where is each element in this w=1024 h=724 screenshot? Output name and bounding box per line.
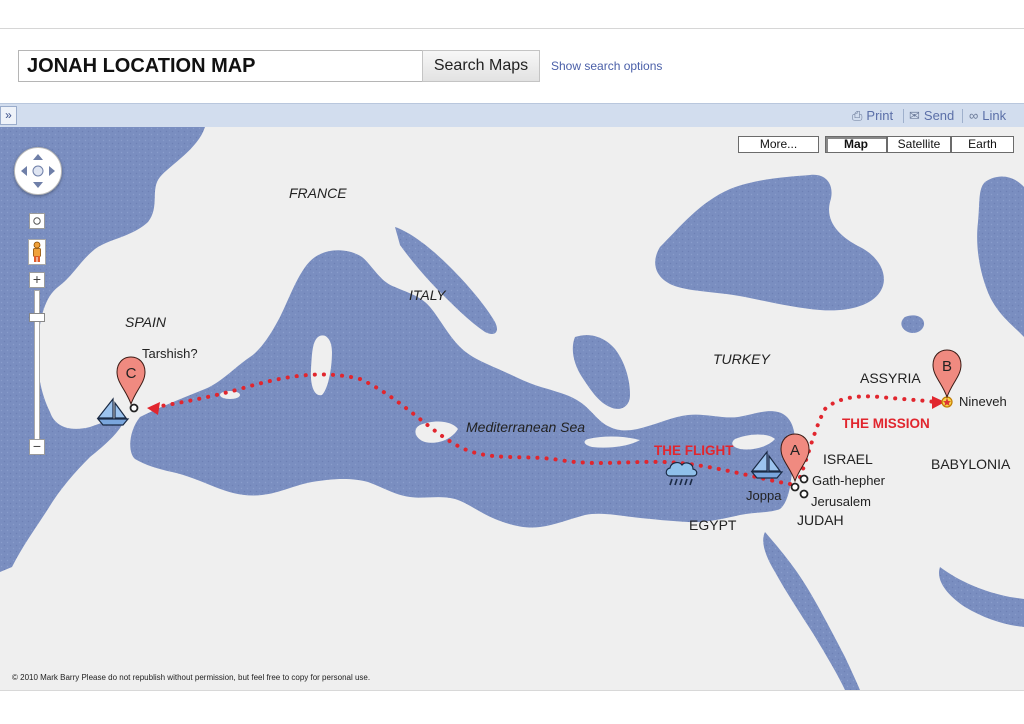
map-type-map[interactable]: Map (825, 136, 887, 153)
search-maps-button[interactable]: Search Maps (422, 50, 540, 82)
marker-c-label: C (126, 365, 137, 382)
balearic-islands (220, 391, 240, 399)
print-label: Print (866, 108, 894, 123)
label-israel: ISRAEL (823, 451, 873, 467)
gath-hepher-point (799, 474, 809, 484)
zoom-out-button[interactable]: − (29, 439, 45, 455)
label-jerusalem: Jerusalem (811, 494, 871, 509)
map-type-group: Map Satellite Earth (825, 136, 1014, 153)
search-input[interactable] (18, 50, 422, 82)
label-assyria: ASSYRIA (860, 370, 921, 386)
map-toolbar: » ⎙ Print ✉ Send ∞ Link (0, 103, 1024, 127)
toolbar-divider (962, 109, 963, 123)
show-search-options-link[interactable]: Show search options (551, 59, 662, 73)
map-canvas[interactable]: FRANCE SPAIN ITALY TURKEY Mediterranean … (0, 127, 1024, 690)
label-nineveh: Nineveh (959, 394, 1007, 409)
pegman-icon[interactable] (28, 239, 46, 265)
toolbar-divider (903, 109, 904, 123)
more-button-group: More... (738, 136, 819, 153)
pan-control[interactable] (14, 147, 62, 195)
jerusalem-point (799, 489, 809, 499)
label-the-mission: THE MISSION (842, 416, 930, 431)
marker-a-label: A (790, 442, 800, 459)
label-judah: JUDAH (797, 512, 844, 528)
joppa-point (790, 482, 800, 492)
tarshish-point (129, 403, 139, 413)
more-button[interactable]: More... (738, 136, 819, 153)
reset-view-button[interactable] (29, 213, 45, 229)
label-france: FRANCE (289, 185, 347, 201)
link-icon: ∞ (969, 108, 979, 123)
link-label: Link (982, 108, 1007, 123)
copyright-notice: © 2010 Mark Barry Please do not republis… (12, 673, 371, 682)
label-mediterranean-sea: Mediterranean Sea (466, 419, 585, 435)
label-babylonia: BABYLONIA (931, 456, 1011, 472)
expand-icon[interactable]: » (0, 106, 17, 125)
print-icon: ⎙ (852, 108, 863, 123)
pegman-figure (33, 241, 41, 262)
map-type-satellite[interactable]: Satellite (887, 136, 951, 153)
marker-b-label: B (942, 358, 952, 375)
map-type-earth[interactable]: Earth (951, 136, 1014, 153)
reset-icon (33, 217, 41, 225)
label-joppa: Joppa (746, 488, 782, 503)
pan-icon (21, 154, 55, 188)
print-button[interactable]: ⎙ Print (852, 108, 893, 124)
label-the-flight: THE FLIGHT (654, 443, 734, 458)
send-label: Send (923, 108, 955, 123)
zoom-in-button[interactable]: + (29, 272, 45, 288)
link-button[interactable]: ∞ Link (969, 108, 1006, 123)
label-turkey: TURKEY (713, 351, 771, 367)
label-italy: ITALY (409, 287, 447, 303)
label-egypt: EGYPT (689, 517, 737, 533)
label-tarshish: Tarshish? (142, 346, 198, 361)
map-graphic: FRANCE SPAIN ITALY TURKEY Mediterranean … (0, 127, 1024, 690)
send-icon: ✉ (909, 108, 920, 123)
zoom-slider-handle[interactable] (29, 313, 45, 322)
top-divider (0, 28, 1024, 29)
bottom-divider (0, 690, 1024, 691)
label-gath-hepher: Gath-hepher (812, 473, 886, 488)
label-spain: SPAIN (125, 314, 167, 330)
send-button[interactable]: ✉ Send (909, 108, 954, 124)
